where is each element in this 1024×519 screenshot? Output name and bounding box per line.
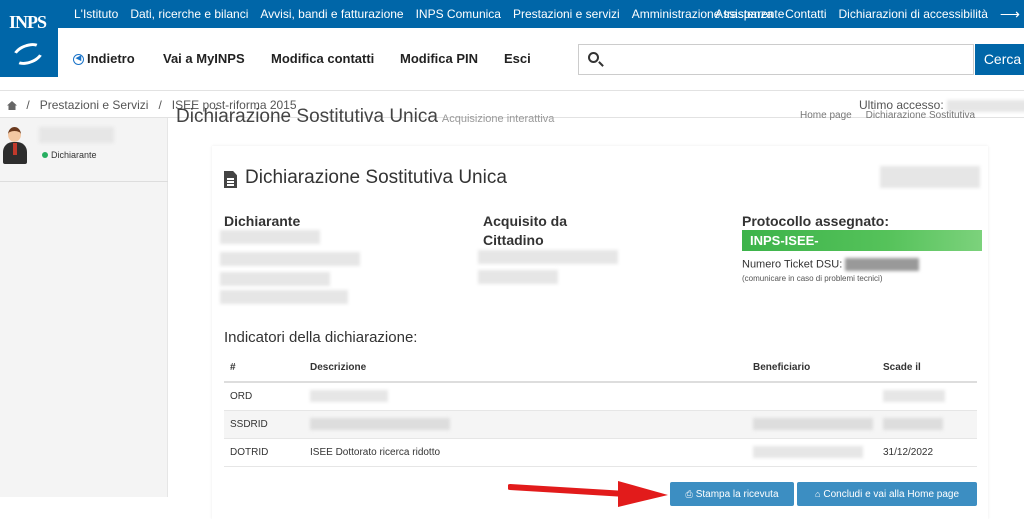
home-icon: ⌂ xyxy=(814,489,821,499)
logo-text: INPS xyxy=(9,12,47,32)
home-icon[interactable] xyxy=(7,101,17,110)
top-link-avvisi[interactable]: Avvisi, bandi e fatturazione xyxy=(260,7,403,21)
card-title: Dichiarazione Sostitutiva Unica xyxy=(245,167,507,188)
back-label: Indietro xyxy=(87,51,135,66)
dichiarante-redacted xyxy=(220,272,330,286)
ticket-note: (comunicare in caso di problemi tecnici) xyxy=(742,274,883,283)
row-scade: 31/12/2022 xyxy=(877,438,977,467)
breadcrumb-separator: / xyxy=(158,98,162,112)
row-descrizione xyxy=(304,382,747,411)
col-header-descrizione: Descrizione xyxy=(304,353,747,383)
table-header-row: # Descrizione Beneficiario Scade il xyxy=(224,353,977,383)
page-title-text: Dichiarazione Sostitutiva Unica xyxy=(176,106,438,127)
row-code: DOTRID xyxy=(224,438,304,467)
red-arrow-annotation-icon xyxy=(508,481,668,507)
inps-logo[interactable]: INPS xyxy=(0,0,58,77)
logo-swirl-icon xyxy=(9,39,47,69)
user-name-redacted xyxy=(39,127,114,143)
row-descrizione xyxy=(304,410,747,439)
top-link-accessibilita[interactable]: Dichiarazioni di accessibilità xyxy=(839,7,988,21)
acquisito-label: Acquisito da xyxy=(483,213,568,229)
table-row: SSDRID xyxy=(224,410,977,439)
user-role: Dichiarante xyxy=(51,150,97,160)
top-bar: L'Istituto Dati, ricerche e bilanci Avvi… xyxy=(0,0,1024,28)
search-button[interactable]: Cerca xyxy=(975,44,1024,75)
indicators-table: # Descrizione Beneficiario Scade il ORD … xyxy=(224,353,977,467)
top-nav-left: L'Istituto Dati, ricerche e bilanci Avvi… xyxy=(74,0,796,28)
nav-modifica-contatti[interactable]: Modifica contatti xyxy=(271,51,374,66)
row-beneficiario xyxy=(747,438,877,467)
top-link-comunica[interactable]: INPS Comunica xyxy=(416,7,501,21)
dsu-card: Dichiarazione Sostitutiva Unica Dichiara… xyxy=(212,146,988,519)
col-header-beneficiario: Beneficiario xyxy=(747,353,877,383)
main-nav: ◀ Indietro Vai a MyINPS Modifica contatti… xyxy=(58,28,1024,90)
row-scade xyxy=(877,382,977,411)
top-link-contatti[interactable]: Contatti xyxy=(785,7,826,21)
breadcrumb-separator: / xyxy=(26,98,30,112)
dichiarante-redacted xyxy=(220,252,360,266)
share-icon[interactable]: ⟶ xyxy=(1000,6,1020,23)
nav-esci[interactable]: Esci xyxy=(504,51,531,66)
ticket-value-redacted xyxy=(845,258,920,271)
table-row: ORD xyxy=(224,382,977,411)
ticket-label: Numero Ticket DSU: xyxy=(742,258,843,271)
top-link-istituto[interactable]: L'Istituto xyxy=(74,7,118,21)
top-link-prestazioni[interactable]: Prestazioni e servizi xyxy=(513,7,620,21)
ticket-line: Numero Ticket DSU: xyxy=(742,258,920,271)
row-beneficiario xyxy=(747,382,877,411)
top-nav-right: Assistenza Contatti Dichiarazioni di acc… xyxy=(703,0,1024,28)
cittadino-label: Cittadino xyxy=(483,232,544,248)
page-links: Home page Dichiarazione Sostitutiva xyxy=(800,110,975,121)
concludi-label: Concludi e vai alla Home page xyxy=(823,489,960,500)
search-icon xyxy=(588,52,599,63)
search-input[interactable] xyxy=(578,44,974,75)
acquisito-redacted xyxy=(478,250,618,264)
dichiarante-redacted xyxy=(220,290,348,304)
status-dot-icon xyxy=(42,152,48,158)
protocollo-value: INPS-ISEE- xyxy=(742,230,982,251)
row-code: ORD xyxy=(224,382,304,411)
page-title: Dichiarazione Sostitutiva Unica Acquisizi… xyxy=(176,106,554,128)
row-beneficiario xyxy=(747,410,877,439)
stampa-ricevuta-button[interactable]: ⎙ Stampa la ricevuta xyxy=(670,482,794,506)
card-header-redacted xyxy=(880,166,980,188)
back-circle-icon: ◀ xyxy=(73,54,84,66)
nav-modifica-pin[interactable]: Modifica PIN xyxy=(400,51,478,66)
dsu-link[interactable]: Dichiarazione Sostitutiva xyxy=(866,110,976,121)
row-descrizione: ISEE Dottorato ricerca ridotto xyxy=(304,438,747,467)
sidebar-divider xyxy=(0,181,168,182)
protocollo-label: Protocollo assegnato: xyxy=(742,213,890,229)
table-row: DOTRID ISEE Dottorato ricerca ridotto 31… xyxy=(224,438,977,467)
concludi-button[interactable]: ⌂ Concludi e vai alla Home page xyxy=(797,482,977,506)
col-header-number: # xyxy=(224,353,304,383)
back-link[interactable]: ◀ Indietro xyxy=(73,51,135,66)
acquisito-redacted xyxy=(478,270,558,284)
status-badge: Dichiarante xyxy=(42,150,97,160)
stampa-label: Stampa la ricevuta xyxy=(695,489,779,500)
document-icon xyxy=(224,171,237,188)
nav-myinps[interactable]: Vai a MyINPS xyxy=(163,51,245,66)
dichiarante-label: Dichiarante xyxy=(224,213,301,229)
home-page-link[interactable]: Home page xyxy=(800,110,852,121)
top-link-assistenza[interactable]: Assistenza xyxy=(715,7,773,21)
top-link-dati[interactable]: Dati, ricerche e bilanci xyxy=(130,7,248,21)
row-code: SSDRID xyxy=(224,410,304,439)
page-subtitle: Acquisizione interattiva xyxy=(441,113,555,125)
row-scade xyxy=(877,410,977,439)
col-header-scade: Scade il xyxy=(877,353,977,383)
breadcrumb-item-prestazioni[interactable]: Prestazioni e Servizi xyxy=(40,98,149,112)
user-sidebar: Dichiarante xyxy=(0,118,168,497)
indicators-title: Indicatori della dichiarazione: xyxy=(224,329,418,346)
print-icon: ⎙ xyxy=(685,489,693,499)
dichiarante-redacted xyxy=(220,230,320,244)
avatar xyxy=(1,125,29,165)
